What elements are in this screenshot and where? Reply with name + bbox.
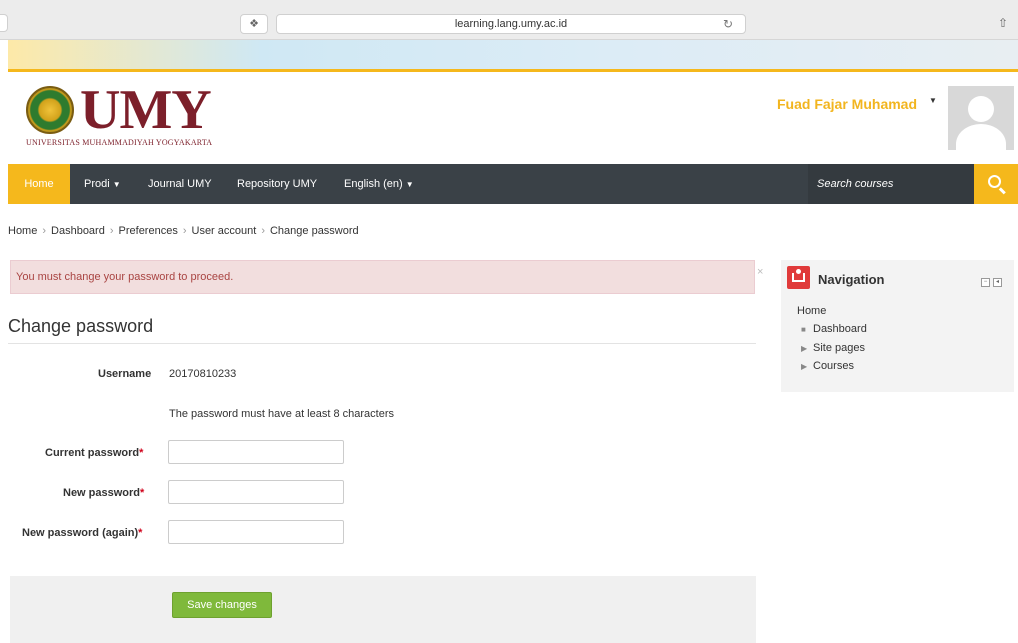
user-avatar[interactable] xyxy=(948,86,1014,150)
chevron-down-icon: ▼ xyxy=(112,180,121,189)
navigation-block: Navigation − ◂ Home ■ Dashboard ▶ Site p… xyxy=(781,260,1014,392)
browser-toolbar: ❖ learning.lang.umy.ac.id ↻ ⇧ xyxy=(0,0,1018,40)
share-icon[interactable]: ⇧ xyxy=(994,14,1012,34)
expand-arrow-icon[interactable]: ▶ xyxy=(801,344,807,353)
main-navbar: Home Prodi ▼ Journal UMY Repository UMY E… xyxy=(8,164,1018,204)
breadcrumb-change-password[interactable]: Change password xyxy=(270,225,359,237)
nav-journal-umy[interactable]: Journal UMY xyxy=(148,164,212,204)
reload-icon[interactable]: ↻ xyxy=(723,15,733,33)
current-password-field[interactable] xyxy=(168,440,344,464)
nav-language-label: English (en) xyxy=(344,178,403,190)
nav-tree-courses[interactable]: Courses xyxy=(813,360,854,372)
avatar-body xyxy=(956,124,1006,150)
new-password-again-field[interactable] xyxy=(168,520,344,544)
breadcrumb-preferences[interactable]: Preferences xyxy=(119,225,178,237)
page-title: Change password xyxy=(8,316,154,336)
password-policy-note: The password must have at least 8 charac… xyxy=(169,408,394,420)
username-label: Username xyxy=(98,368,152,380)
required-marker: * xyxy=(140,487,145,499)
breadcrumb-separator: › xyxy=(182,225,187,237)
breadcrumb-dashboard[interactable]: Dashboard xyxy=(51,225,105,237)
title-divider xyxy=(8,343,756,344)
current-password-label-text: Current password xyxy=(45,447,140,459)
logo-subtitle: UNIVERSITAS MUHAMMADIYAH YOGYAKARTA xyxy=(26,138,213,147)
user-menu-caret-icon[interactable]: ▼ xyxy=(929,96,937,105)
search-button[interactable] xyxy=(974,164,1018,204)
nav-language[interactable]: English (en) ▼ xyxy=(344,164,414,204)
banner-divider xyxy=(8,69,1018,72)
current-password-label: Current password* xyxy=(45,447,143,459)
sitemap-icon xyxy=(792,273,805,282)
search-icon-handle xyxy=(999,187,1006,195)
nav-tree-site-pages[interactable]: Site pages xyxy=(813,342,865,354)
password-change-alert: You must change your password to proceed… xyxy=(10,260,755,294)
close-icon[interactable]: × xyxy=(757,266,763,278)
expand-arrow-icon[interactable]: ▶ xyxy=(801,362,807,371)
required-marker: * xyxy=(139,447,144,459)
navigation-block-icon xyxy=(787,266,810,289)
logo-text: UMY xyxy=(80,79,212,141)
nav-tree-home[interactable]: Home xyxy=(797,305,826,317)
chevron-down-icon: ▼ xyxy=(405,180,414,189)
breadcrumb-separator: › xyxy=(109,225,114,237)
breadcrumb-user-account[interactable]: User account xyxy=(192,225,257,237)
umy-seal-icon xyxy=(26,86,74,134)
search-courses-input[interactable]: Search courses xyxy=(808,164,974,204)
new-password-again-label-text: New password (again) xyxy=(22,527,139,539)
user-menu-name[interactable]: Fuad Fajar Muhamad xyxy=(777,96,917,112)
new-password-field[interactable] xyxy=(168,480,344,504)
nav-prodi-label: Prodi xyxy=(84,178,110,190)
alert-message: You must change your password to proceed… xyxy=(16,271,234,283)
navigation-block-title: Navigation xyxy=(818,272,885,287)
breadcrumb-home[interactable]: Home xyxy=(8,225,37,237)
new-password-label-text: New password xyxy=(63,487,141,499)
new-password-again-label: New password (again)* xyxy=(22,527,142,539)
address-bar[interactable]: learning.lang.umy.ac.id ↻ xyxy=(276,14,746,34)
required-marker: * xyxy=(138,527,143,539)
avatar-head xyxy=(968,96,994,122)
reader-icon[interactable]: ❖ xyxy=(240,14,268,34)
dock-block-icon[interactable]: ◂ xyxy=(993,278,1002,287)
site-logo[interactable]: UMY UNIVERSITAS MUHAMMADIYAH YOGYAKARTA xyxy=(22,79,222,150)
nav-home[interactable]: Home xyxy=(8,164,70,204)
breadcrumb-separator: › xyxy=(42,225,47,237)
header-banner xyxy=(8,40,1018,70)
save-changes-button[interactable]: Save changes xyxy=(172,592,272,618)
form-footer xyxy=(10,576,756,643)
address-url: learning.lang.umy.ac.id xyxy=(454,18,568,30)
username-value: 20170810233 xyxy=(169,368,237,380)
minimize-block-icon[interactable]: − xyxy=(981,278,990,287)
browser-tab-edge[interactable] xyxy=(0,14,8,32)
nav-prodi[interactable]: Prodi ▼ xyxy=(84,164,121,204)
breadcrumb-separator: › xyxy=(261,225,265,237)
breadcrumb: Home › Dashboard › Preferences › User account ›… xyxy=(8,225,359,237)
search-icon xyxy=(988,175,1001,188)
nav-repository-umy[interactable]: Repository UMY xyxy=(237,164,317,204)
new-password-label: New password* xyxy=(63,487,144,499)
nav-tree-dashboard[interactable]: Dashboard xyxy=(813,323,867,335)
bullet-icon: ■ xyxy=(801,325,806,334)
